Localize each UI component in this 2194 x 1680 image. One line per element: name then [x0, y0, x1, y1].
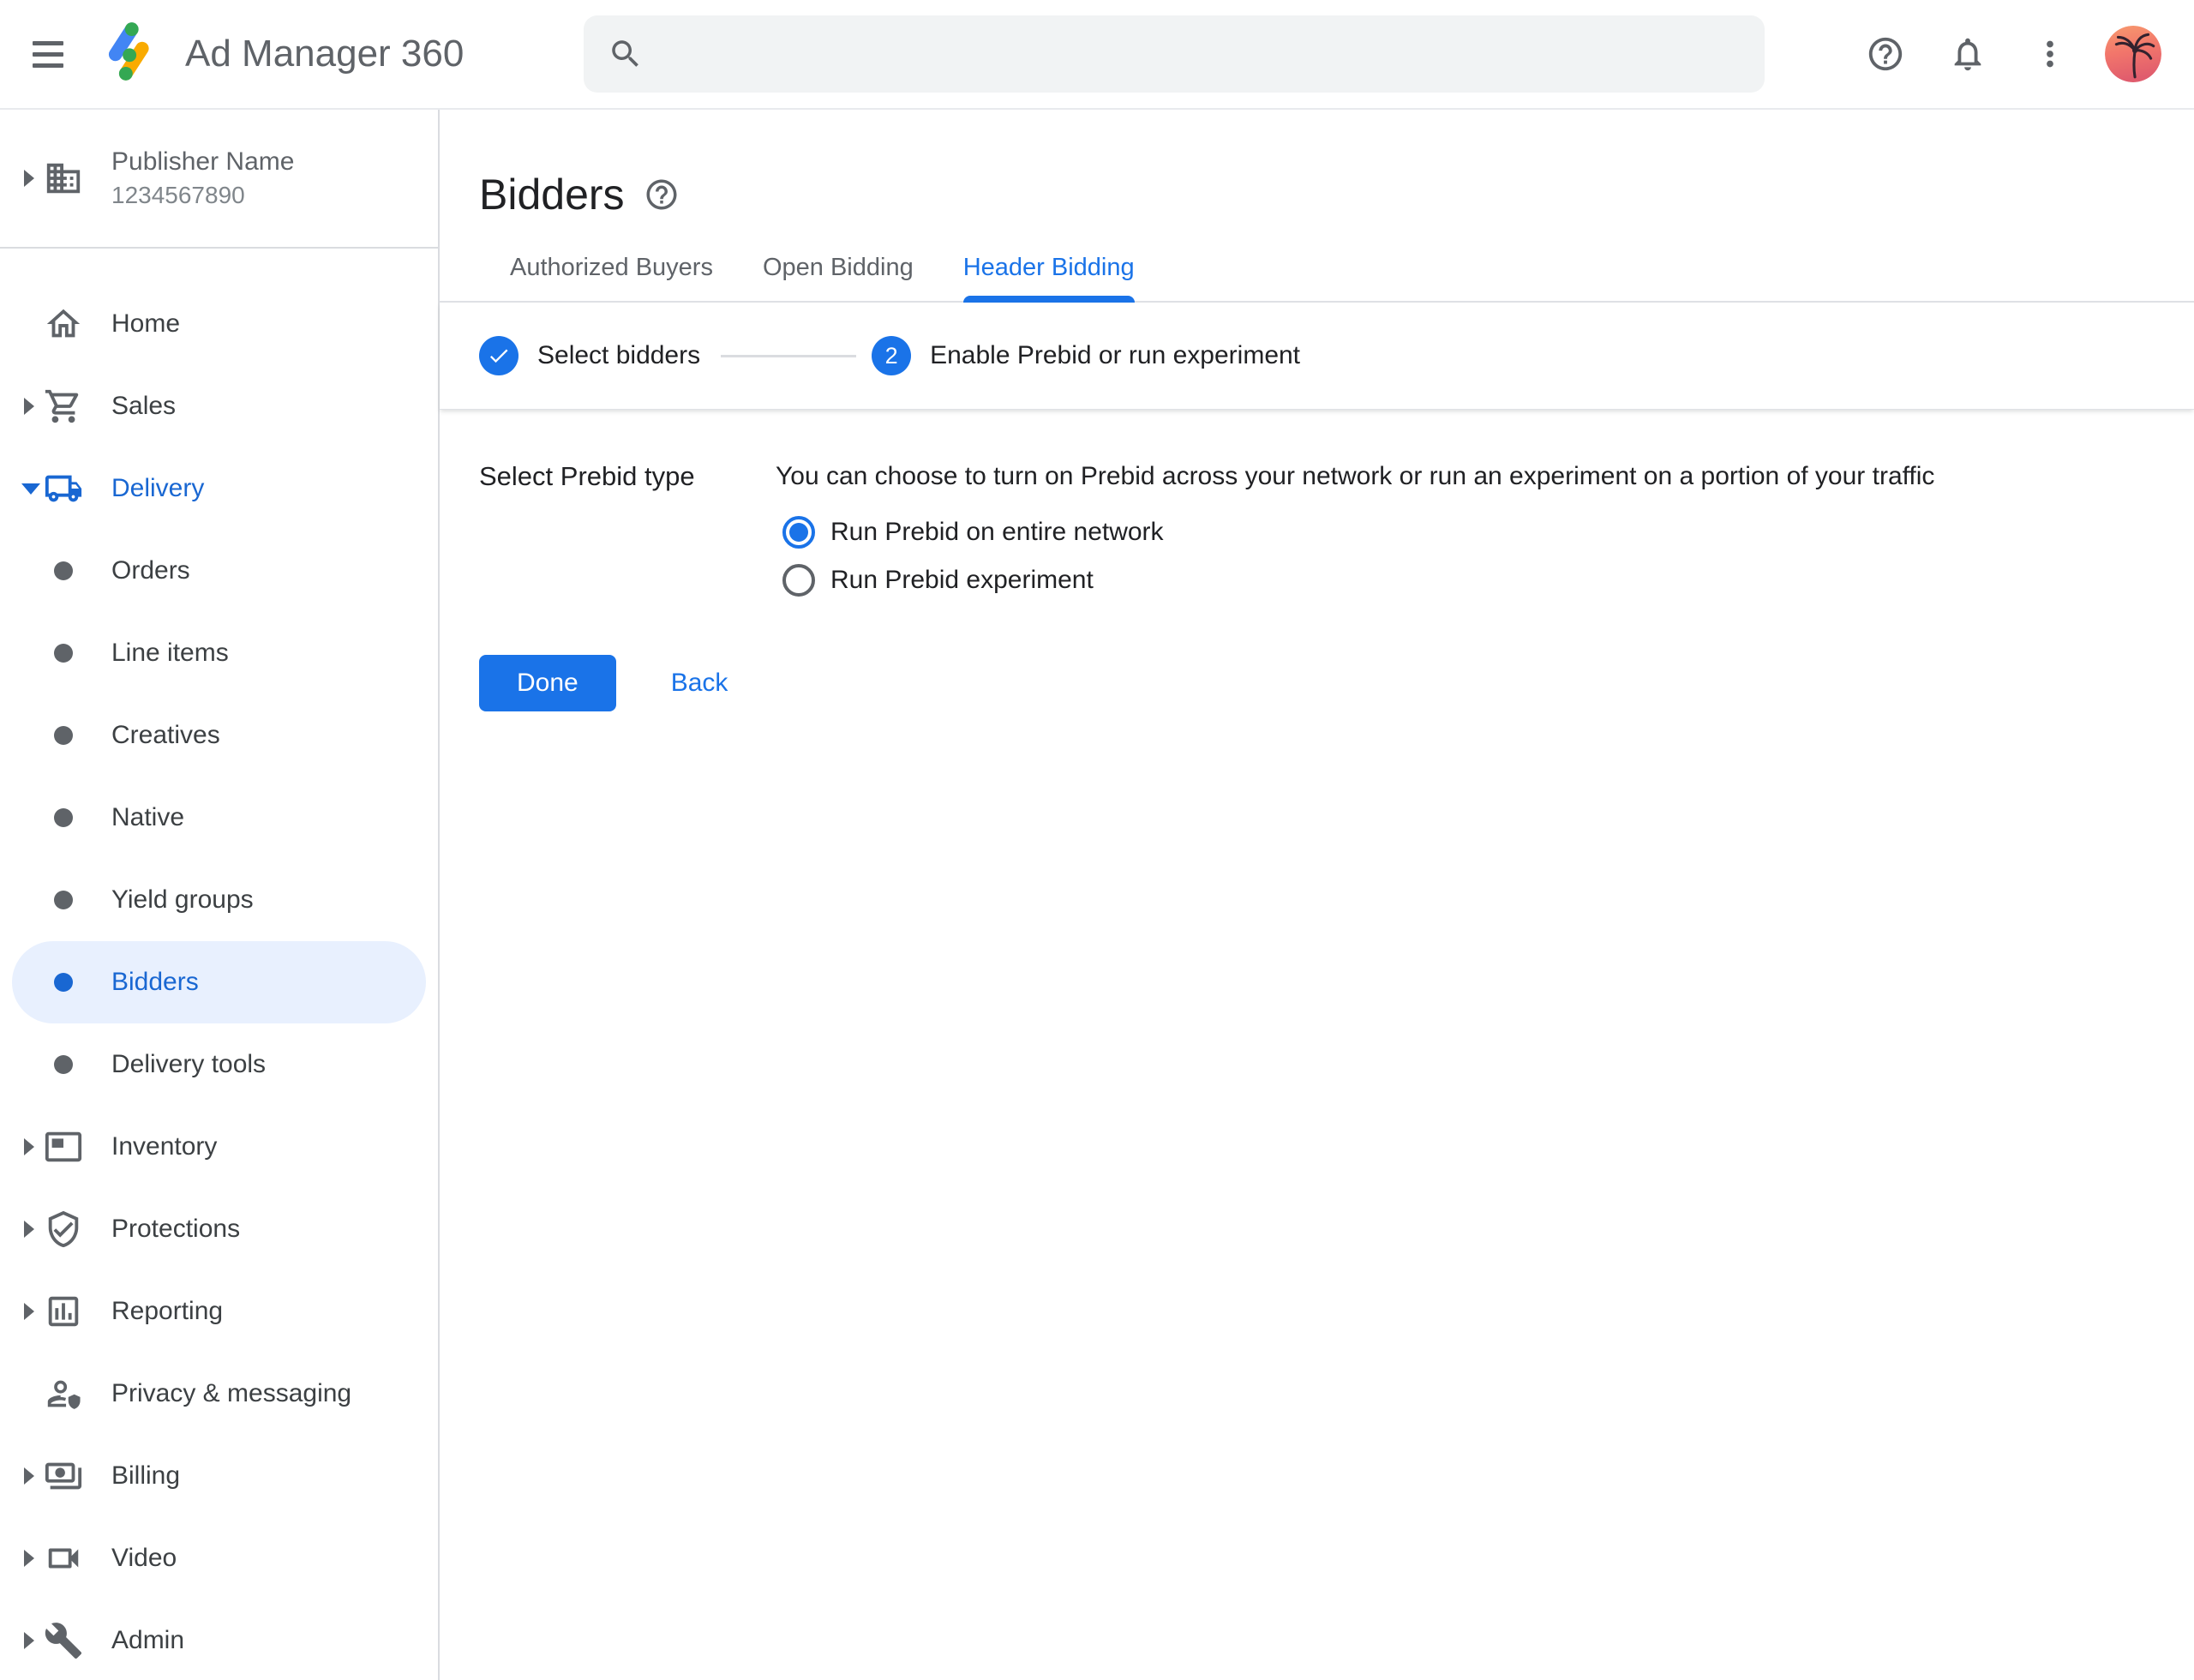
billing-icon	[43, 1456, 84, 1496]
sidebar-item-reporting[interactable]: Reporting	[0, 1270, 438, 1353]
report-chart-icon	[43, 1292, 84, 1331]
global-search[interactable]	[584, 15, 1765, 93]
publisher-name: Publisher Name	[111, 147, 294, 177]
bullet-icon	[43, 561, 84, 580]
help-icon	[644, 177, 680, 213]
sidebar-item-billing[interactable]: Billing	[0, 1435, 438, 1517]
sidebar-item-bidders[interactable]: Bidders	[12, 941, 426, 1023]
page-help-button[interactable]	[644, 177, 680, 213]
privacy-person-icon	[43, 1374, 84, 1413]
radio-run-prebid-entire-network[interactable]: Run Prebid on entire network	[782, 511, 1934, 554]
bullet-icon	[43, 973, 84, 992]
bullet-icon	[43, 808, 84, 827]
cart-icon	[43, 387, 84, 426]
bullet-icon	[43, 644, 84, 663]
sidebar-item-delivery[interactable]: Delivery	[0, 447, 438, 530]
step-enable-prebid[interactable]: 2 Enable Prebid or run experiment	[872, 336, 1300, 375]
kebab-menu-icon	[2030, 34, 2070, 74]
back-link[interactable]: Back	[657, 662, 742, 705]
tab-bar: Authorized Buyers Open Bidding Header Bi…	[440, 254, 2194, 303]
tab-open-bidding[interactable]: Open Bidding	[763, 254, 914, 301]
video-camera-icon	[43, 1539, 84, 1578]
expand-arrow-icon[interactable]	[24, 1138, 38, 1155]
home-icon	[43, 304, 84, 344]
truck-icon	[43, 469, 84, 508]
collapse-arrow-icon[interactable]	[24, 483, 38, 495]
more-options-button[interactable]	[2019, 23, 2081, 85]
form-description: You can choose to turn on Prebid across …	[776, 459, 1934, 494]
publisher-switcher[interactable]: Publisher Name 1234567890	[0, 110, 438, 249]
wrench-icon	[43, 1621, 84, 1660]
sidebar-item-sales[interactable]: Sales	[0, 365, 438, 447]
app-header: Ad Manager 360	[0, 0, 2194, 110]
publisher-id: 1234567890	[111, 182, 294, 209]
sidebar-item-home[interactable]: Home	[0, 283, 438, 365]
main-menu-button[interactable]	[17, 23, 79, 85]
sidebar-item-line-items[interactable]: Line items	[0, 612, 438, 694]
main-content: Bidders Authorized Buyers Open Bidding H…	[440, 110, 2194, 1680]
expand-arrow-icon[interactable]	[24, 1467, 38, 1485]
sidebar-item-creatives[interactable]: Creatives	[0, 694, 438, 777]
radio-run-prebid-experiment[interactable]: Run Prebid experiment	[782, 559, 1934, 602]
sidebar-item-delivery-tools[interactable]: Delivery tools	[0, 1023, 438, 1106]
ad-manager-logo-icon	[98, 18, 163, 90]
stepper: Select bidders 2 Enable Prebid or run ex…	[440, 303, 2194, 410]
inventory-icon	[43, 1127, 84, 1167]
sidebar-item-orders[interactable]: Orders	[0, 530, 438, 612]
help-button[interactable]	[1855, 23, 1916, 85]
search-input[interactable]	[662, 15, 1741, 93]
page-title: Bidders	[479, 170, 625, 219]
step-number-badge: 2	[872, 336, 911, 375]
radio-selected-icon[interactable]	[782, 516, 815, 549]
search-icon	[608, 36, 644, 72]
bullet-icon	[43, 891, 84, 909]
sidebar-item-video[interactable]: Video	[0, 1517, 438, 1599]
prebid-type-form: Select Prebid type You can choose to tur…	[440, 459, 2194, 602]
step-select-bidders[interactable]: Select bidders	[479, 336, 700, 375]
expand-arrow-icon[interactable]	[24, 398, 38, 415]
help-icon	[1866, 34, 1905, 74]
sidebar-item-yield-groups[interactable]: Yield groups	[0, 859, 438, 941]
sidebar-item-admin[interactable]: Admin	[0, 1599, 438, 1680]
notifications-button[interactable]	[1937, 23, 1999, 85]
step-connector	[721, 355, 856, 357]
shield-check-icon	[43, 1209, 84, 1249]
sidebar-item-privacy-messaging[interactable]: Privacy & messaging	[0, 1353, 438, 1435]
header-actions	[1834, 23, 2161, 85]
tab-header-bidding[interactable]: Header Bidding	[963, 254, 1135, 301]
bell-icon	[1948, 34, 1987, 74]
expand-arrow-icon[interactable]	[24, 170, 38, 187]
avatar[interactable]	[2105, 26, 2161, 82]
expand-arrow-icon[interactable]	[24, 1632, 38, 1649]
done-button[interactable]: Done	[479, 655, 616, 711]
sidebar-item-native[interactable]: Native	[0, 777, 438, 859]
prebid-type-radio-group: Run Prebid on entire network Run Prebid …	[776, 511, 1934, 602]
sidebar-item-protections[interactable]: Protections	[0, 1188, 438, 1270]
bullet-icon	[43, 726, 84, 745]
step-complete-check-icon	[479, 336, 519, 375]
expand-arrow-icon[interactable]	[24, 1303, 38, 1320]
building-icon	[43, 159, 84, 198]
sidebar-item-inventory[interactable]: Inventory	[0, 1106, 438, 1188]
expand-arrow-icon[interactable]	[24, 1550, 38, 1567]
expand-arrow-icon[interactable]	[24, 1221, 38, 1238]
tab-authorized-buyers[interactable]: Authorized Buyers	[510, 254, 713, 301]
sidebar: Publisher Name 1234567890 Home Sales Del…	[0, 110, 440, 1680]
form-actions: Done Back	[440, 655, 2194, 711]
form-field-label: Select Prebid type	[479, 459, 776, 602]
radio-unselected-icon[interactable]	[782, 564, 815, 597]
product-name: Ad Manager 360	[185, 33, 464, 75]
bullet-icon	[43, 1055, 84, 1074]
